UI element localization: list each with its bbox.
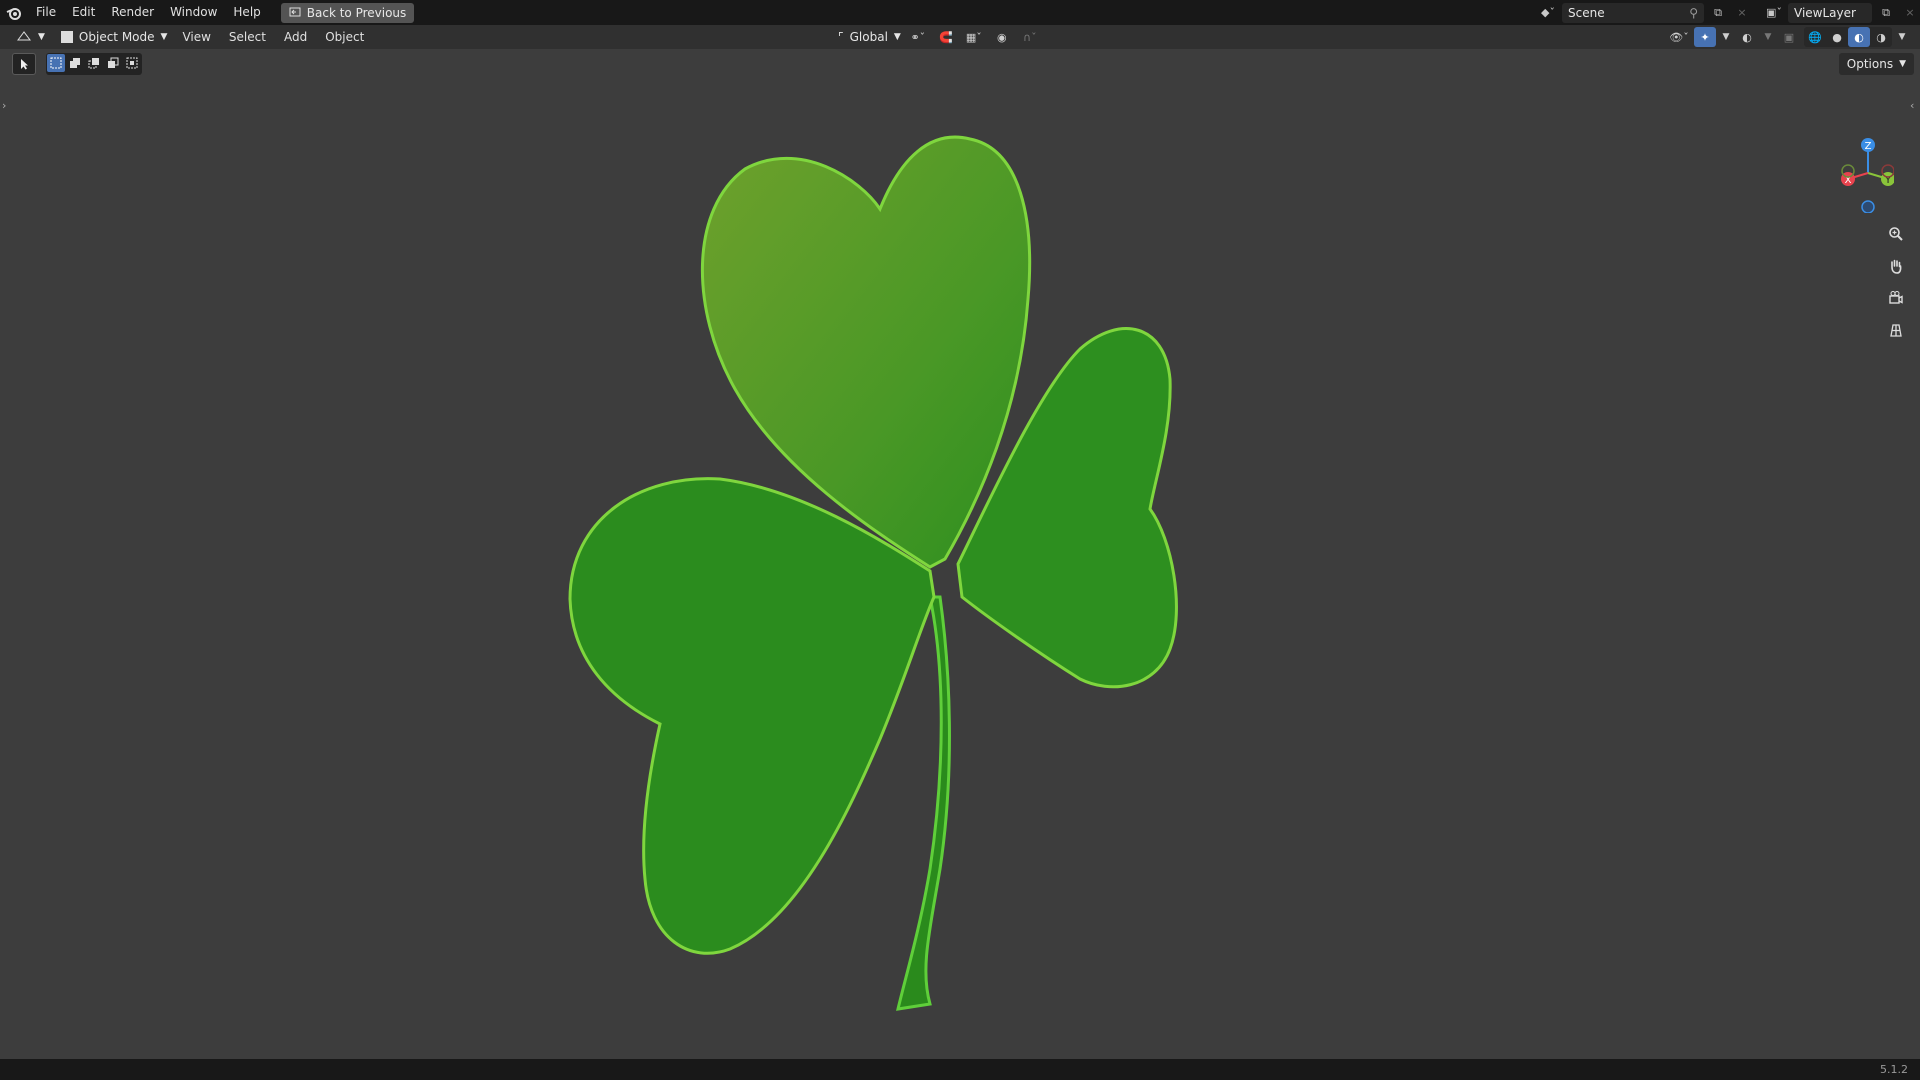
3d-viewport[interactable]: › ‹ Z Y X	[0, 49, 1920, 1059]
shading-dropdown-icon[interactable]: ▼	[1896, 27, 1908, 47]
selection-mode-group	[46, 53, 142, 75]
select-extend-icon[interactable]	[66, 54, 84, 72]
shading-modes: 🌐 ● ◐ ◑	[1804, 27, 1892, 47]
cursor-icon	[18, 55, 30, 74]
tool-row	[12, 53, 142, 75]
material-preview-icon[interactable]: ◐	[1848, 27, 1870, 47]
gizmo-toggle-icon[interactable]: ✦	[1694, 27, 1716, 47]
status-bar: 5.1.2	[0, 1059, 1920, 1080]
menu-object[interactable]: Object	[316, 25, 373, 49]
3d-view-icon	[16, 30, 32, 45]
proportional-editing-icon[interactable]: ◉	[991, 27, 1013, 47]
camera-icon[interactable]	[1883, 285, 1909, 311]
scene-field[interactable]: Scene ⚲	[1562, 2, 1704, 23]
menu-window[interactable]: Window	[162, 0, 225, 25]
navigation-buttons	[1883, 221, 1909, 343]
viewport-display-tools: 👁ˇ ✦ ▼ ◐ ▼ ▣ 🌐 ● ◐ ◑ ▼	[1668, 25, 1908, 49]
zoom-icon[interactable]	[1883, 221, 1909, 247]
object-mode-icon	[60, 31, 73, 43]
close-scene-icon[interactable]: ×	[1732, 3, 1752, 23]
solid-shading-icon[interactable]: ●	[1826, 27, 1848, 47]
view-layer-field[interactable]: ViewLayer	[1788, 2, 1872, 23]
rendered-shading-icon[interactable]: ◑	[1870, 27, 1892, 47]
chevron-down-icon: ▼	[1899, 59, 1906, 69]
svg-text:Z: Z	[1865, 141, 1872, 152]
menu-select[interactable]: Select	[220, 25, 275, 49]
version-label: 5.1.2	[1880, 1063, 1908, 1076]
select-new-icon[interactable]	[47, 54, 65, 72]
object-mode-label: Object Mode	[78, 30, 155, 44]
menu-view[interactable]: View	[173, 25, 219, 49]
back-arrow-icon	[289, 6, 301, 20]
transform-orientation-dropdown[interactable]: Global	[850, 30, 888, 44]
options-dropdown[interactable]: Options ▼	[1838, 53, 1914, 75]
falloff-icon[interactable]: ∩ˇ	[1019, 27, 1041, 47]
right-sidebar-toggle-icon[interactable]: ‹	[1910, 99, 1914, 112]
chevron-down-icon: ▼	[160, 32, 168, 42]
menu-add[interactable]: Add	[275, 25, 316, 49]
menu-file[interactable]: File	[28, 0, 64, 25]
overlays-dropdown-icon[interactable]: ▼	[1762, 27, 1774, 47]
gizmo-neg-z[interactable]	[1861, 200, 1875, 213]
gizmo-dropdown-icon[interactable]: ▼	[1720, 27, 1732, 47]
chevron-down-icon: ▼	[893, 32, 901, 42]
grid-view-icon[interactable]	[1883, 317, 1909, 343]
new-view-layer-icon[interactable]: ⧉	[1876, 3, 1896, 23]
scene-name: Scene	[1568, 5, 1605, 20]
transform-tools: ⌜ Global ▼ ⚭ˇ 🧲 ▦ˇ ◉ ∩ˇ	[838, 25, 1041, 49]
orientation-icon: ⌜	[838, 30, 844, 44]
navigation-gizmo[interactable]: Z Y X	[1834, 133, 1894, 213]
snap-toggle-icon[interactable]: 🧲	[935, 27, 957, 47]
select-subtract-icon[interactable]	[85, 54, 103, 72]
select-tool-button[interactable]	[12, 53, 36, 75]
scene-icon[interactable]: ◆ˇ	[1538, 3, 1558, 23]
editor-type-dropdown[interactable]: ▼	[10, 27, 51, 47]
select-intersect-icon[interactable]	[123, 54, 141, 72]
back-to-previous-label: Back to Previous	[306, 5, 407, 20]
view-layer-name: ViewLayer	[1794, 5, 1856, 20]
hand-icon[interactable]	[1883, 253, 1909, 279]
back-to-previous-button[interactable]: Back to Previous	[280, 2, 415, 23]
object-mode-dropdown[interactable]: Object Mode ▼	[55, 27, 174, 47]
new-scene-icon[interactable]: ⧉	[1708, 3, 1728, 23]
wireframe-shading-icon[interactable]: 🌐	[1804, 27, 1826, 47]
xray-icon[interactable]: ▣	[1778, 27, 1800, 47]
menu-edit[interactable]: Edit	[64, 0, 103, 25]
menu-help[interactable]: Help	[225, 0, 268, 25]
blender-logo-icon[interactable]	[0, 0, 28, 25]
overlays-icon[interactable]: ◐	[1736, 27, 1758, 47]
view-layer-icon[interactable]: ▣ˇ	[1764, 3, 1784, 23]
top-bar: File Edit Render Window Help Back to Pre…	[0, 0, 1920, 25]
select-invert-icon[interactable]	[104, 54, 122, 72]
snap-target-icon[interactable]: ▦ˇ	[963, 27, 985, 47]
chevron-down-icon: ▼	[38, 32, 45, 42]
left-sidebar-toggle-icon[interactable]: ›	[2, 99, 6, 112]
pivot-point-icon[interactable]: ⚭ˇ	[907, 27, 929, 47]
shamrock-object[interactable]	[560, 129, 1200, 1049]
menu-render[interactable]: Render	[103, 0, 162, 25]
visibility-icon[interactable]: 👁ˇ	[1668, 27, 1690, 47]
close-view-layer-icon[interactable]: ×	[1900, 3, 1920, 23]
options-label: Options	[1846, 57, 1894, 71]
pin-icon[interactable]: ⚲	[1689, 6, 1698, 20]
